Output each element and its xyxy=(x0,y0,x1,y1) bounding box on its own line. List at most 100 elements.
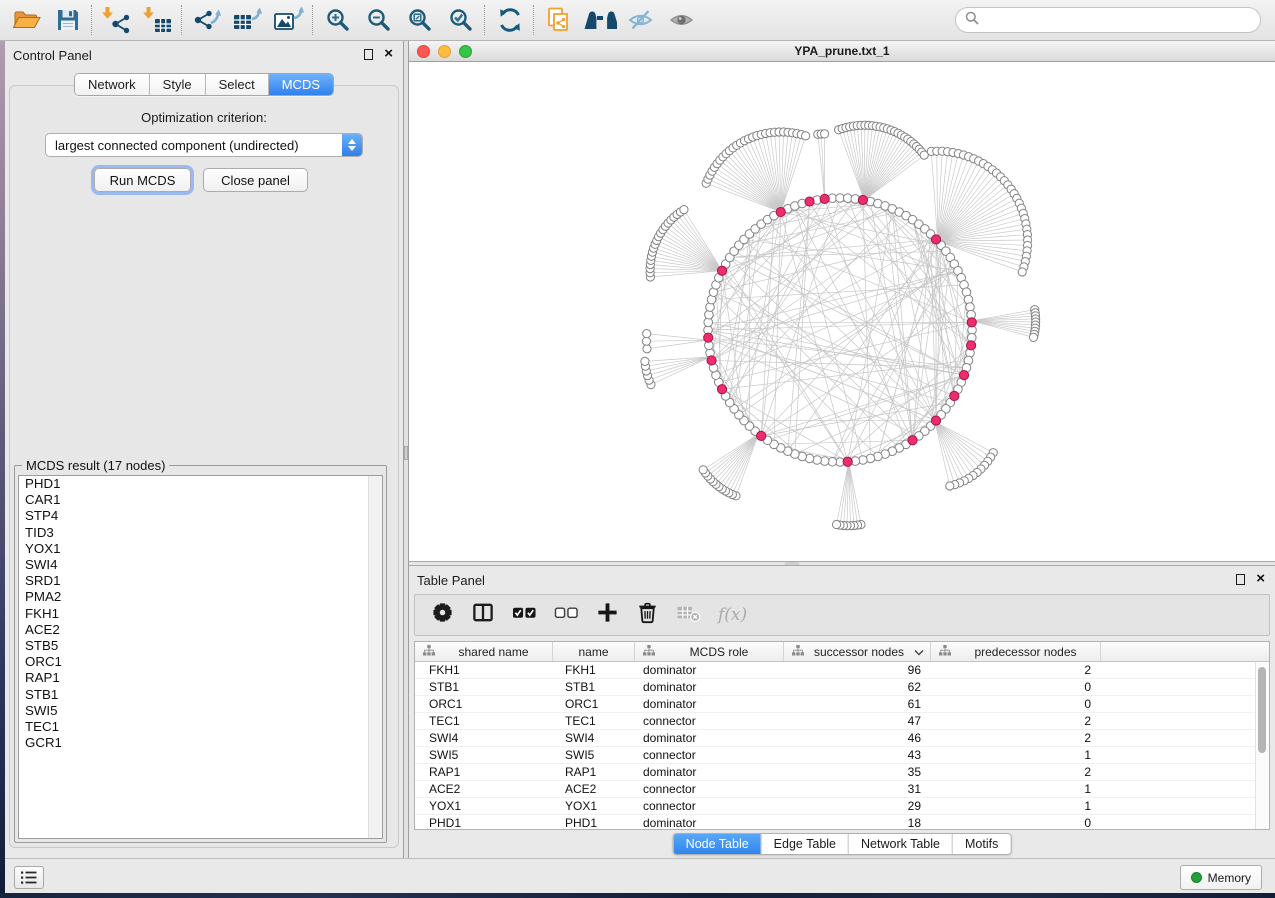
cell-name[interactable]: FKH1 xyxy=(553,663,635,677)
cell-predecessor-nodes[interactable]: 2 xyxy=(931,663,1101,677)
cell-shared-name[interactable]: PHD1 xyxy=(415,816,553,830)
cell-successor-nodes[interactable]: 29 xyxy=(784,799,931,813)
mcds-list-item[interactable]: SRD1 xyxy=(19,573,382,589)
table-row[interactable]: PHD1PHD1dominator180 xyxy=(415,815,1269,830)
float-panel-icon[interactable] xyxy=(364,49,373,60)
mcds-list-item[interactable]: FKH1 xyxy=(19,606,382,622)
cell-successor-nodes[interactable]: 35 xyxy=(784,765,931,779)
zoom-in-icon[interactable] xyxy=(317,3,358,37)
cell-successor-nodes[interactable]: 47 xyxy=(784,714,931,728)
cell-mcds-role[interactable]: dominator xyxy=(635,680,784,694)
table-row[interactable]: TEC1TEC1connector472 xyxy=(415,713,1269,730)
close-panel-icon[interactable]: × xyxy=(384,48,393,60)
open-file-icon[interactable] xyxy=(6,3,47,37)
cell-mcds-role[interactable]: dominator xyxy=(635,697,784,711)
column-header-shared-name[interactable]: shared name xyxy=(415,642,553,661)
tab-edge-table[interactable]: Edge Table xyxy=(761,834,848,854)
mcds-list-item[interactable]: PHD1 xyxy=(19,476,382,492)
tab-network[interactable]: Network xyxy=(75,74,149,95)
cell-predecessor-nodes[interactable]: 2 xyxy=(931,714,1101,728)
zoom-selected-icon[interactable] xyxy=(440,3,481,37)
cell-predecessor-nodes[interactable]: 0 xyxy=(931,697,1101,711)
cell-name[interactable]: STB1 xyxy=(553,680,635,694)
cell-successor-nodes[interactable]: 46 xyxy=(784,731,931,745)
mcds-list-item[interactable]: STB1 xyxy=(19,687,382,703)
cell-shared-name[interactable]: SWI4 xyxy=(415,731,553,745)
cell-successor-nodes[interactable]: 18 xyxy=(784,816,931,830)
cell-shared-name[interactable]: TEC1 xyxy=(415,714,553,728)
search-field[interactable] xyxy=(955,7,1261,33)
mcds-list-item[interactable]: GCR1 xyxy=(19,735,382,751)
mcds-list-item[interactable]: STB5 xyxy=(19,638,382,654)
add-column-icon[interactable] xyxy=(596,601,619,629)
cell-name[interactable]: SWI5 xyxy=(553,748,635,762)
cell-mcds-role[interactable]: connector xyxy=(635,748,784,762)
tab-mcds[interactable]: MCDS xyxy=(268,74,333,95)
cell-predecessor-nodes[interactable]: 0 xyxy=(931,816,1101,830)
cell-shared-name[interactable]: STB1 xyxy=(415,680,553,694)
splitter-grip[interactable] xyxy=(785,562,799,565)
mcds-list-item[interactable]: RAP1 xyxy=(19,670,382,686)
network-canvas[interactable] xyxy=(409,62,1275,561)
mcds-list-item[interactable]: PMA2 xyxy=(19,589,382,605)
zoom-out-icon[interactable] xyxy=(358,3,399,37)
table-row[interactable]: YOX1YOX1connector291 xyxy=(415,798,1269,815)
mcds-list-item[interactable]: TID3 xyxy=(19,525,382,541)
cell-name[interactable]: ORC1 xyxy=(553,697,635,711)
cell-mcds-role[interactable]: dominator xyxy=(635,765,784,779)
task-history-button[interactable] xyxy=(14,866,44,889)
mcds-list-item[interactable]: STP4 xyxy=(19,508,382,524)
cell-predecessor-nodes[interactable]: 1 xyxy=(931,799,1101,813)
cell-mcds-role[interactable]: connector xyxy=(635,799,784,813)
table-settings-gear-icon[interactable] xyxy=(431,601,454,629)
export-table-icon[interactable] xyxy=(227,3,268,37)
criterion-dropdown[interactable]: largest connected component (undirected) xyxy=(45,133,363,157)
close-panel-icon[interactable]: × xyxy=(1256,573,1265,585)
cell-mcds-role[interactable]: dominator xyxy=(635,816,784,830)
run-mcds-button[interactable]: Run MCDS xyxy=(94,168,191,192)
tab-motifs[interactable]: Motifs xyxy=(952,834,1010,854)
cell-predecessor-nodes[interactable]: 1 xyxy=(931,748,1101,762)
export-network-icon[interactable] xyxy=(186,3,227,37)
zoom-fit-icon[interactable] xyxy=(399,3,440,37)
cell-shared-name[interactable]: YOX1 xyxy=(415,799,553,813)
cell-shared-name[interactable]: ACE2 xyxy=(415,782,553,796)
table-row[interactable]: FKH1FKH1dominator962 xyxy=(415,662,1269,679)
column-header-name[interactable]: name xyxy=(553,642,635,661)
cell-mcds-role[interactable]: dominator xyxy=(635,731,784,745)
splitter-grip[interactable] xyxy=(404,446,408,460)
cell-predecessor-nodes[interactable]: 2 xyxy=(931,765,1101,779)
tab-select[interactable]: Select xyxy=(205,74,268,95)
table-row[interactable]: SWI4SWI4dominator462 xyxy=(415,730,1269,747)
cell-name[interactable]: TEC1 xyxy=(553,714,635,728)
export-image-icon[interactable] xyxy=(268,3,309,37)
table-scrollbar-thumb[interactable] xyxy=(1258,667,1266,753)
cell-name[interactable]: SWI4 xyxy=(553,731,635,745)
show-columns-icon[interactable] xyxy=(471,601,495,629)
column-header-predecessor-nodes[interactable]: predecessor nodes xyxy=(931,642,1101,661)
cell-predecessor-nodes[interactable]: 0 xyxy=(931,680,1101,694)
mcds-list-scrollbar[interactable] xyxy=(368,476,382,838)
memory-button[interactable]: Memory xyxy=(1180,865,1262,890)
search-input[interactable] xyxy=(985,12,1251,29)
hide-selected-icon[interactable] xyxy=(620,3,661,37)
mcds-list-item[interactable]: YOX1 xyxy=(19,541,382,557)
cell-shared-name[interactable]: RAP1 xyxy=(415,765,553,779)
save-session-icon[interactable] xyxy=(47,3,88,37)
cell-predecessor-nodes[interactable]: 2 xyxy=(931,731,1101,745)
delete-row-trash-icon[interactable] xyxy=(636,601,659,629)
column-header-successor-nodes[interactable]: successor nodes xyxy=(784,642,931,661)
cell-predecessor-nodes[interactable]: 1 xyxy=(931,782,1101,796)
cell-mcds-role[interactable]: dominator xyxy=(635,663,784,677)
tab-style[interactable]: Style xyxy=(149,74,205,95)
copy-network-icon[interactable] xyxy=(538,3,579,37)
deselect-all-icon[interactable] xyxy=(554,601,579,629)
cell-shared-name[interactable]: ORC1 xyxy=(415,697,553,711)
import-table-icon[interactable] xyxy=(137,3,178,37)
column-header-mcds-role[interactable]: MCDS role xyxy=(635,642,784,661)
select-all-icon[interactable] xyxy=(512,601,537,629)
cell-name[interactable]: YOX1 xyxy=(553,799,635,813)
float-panel-icon[interactable] xyxy=(1236,574,1245,585)
table-row[interactable]: STB1STB1dominator620 xyxy=(415,679,1269,696)
tab-network-table[interactable]: Network Table xyxy=(848,834,952,854)
